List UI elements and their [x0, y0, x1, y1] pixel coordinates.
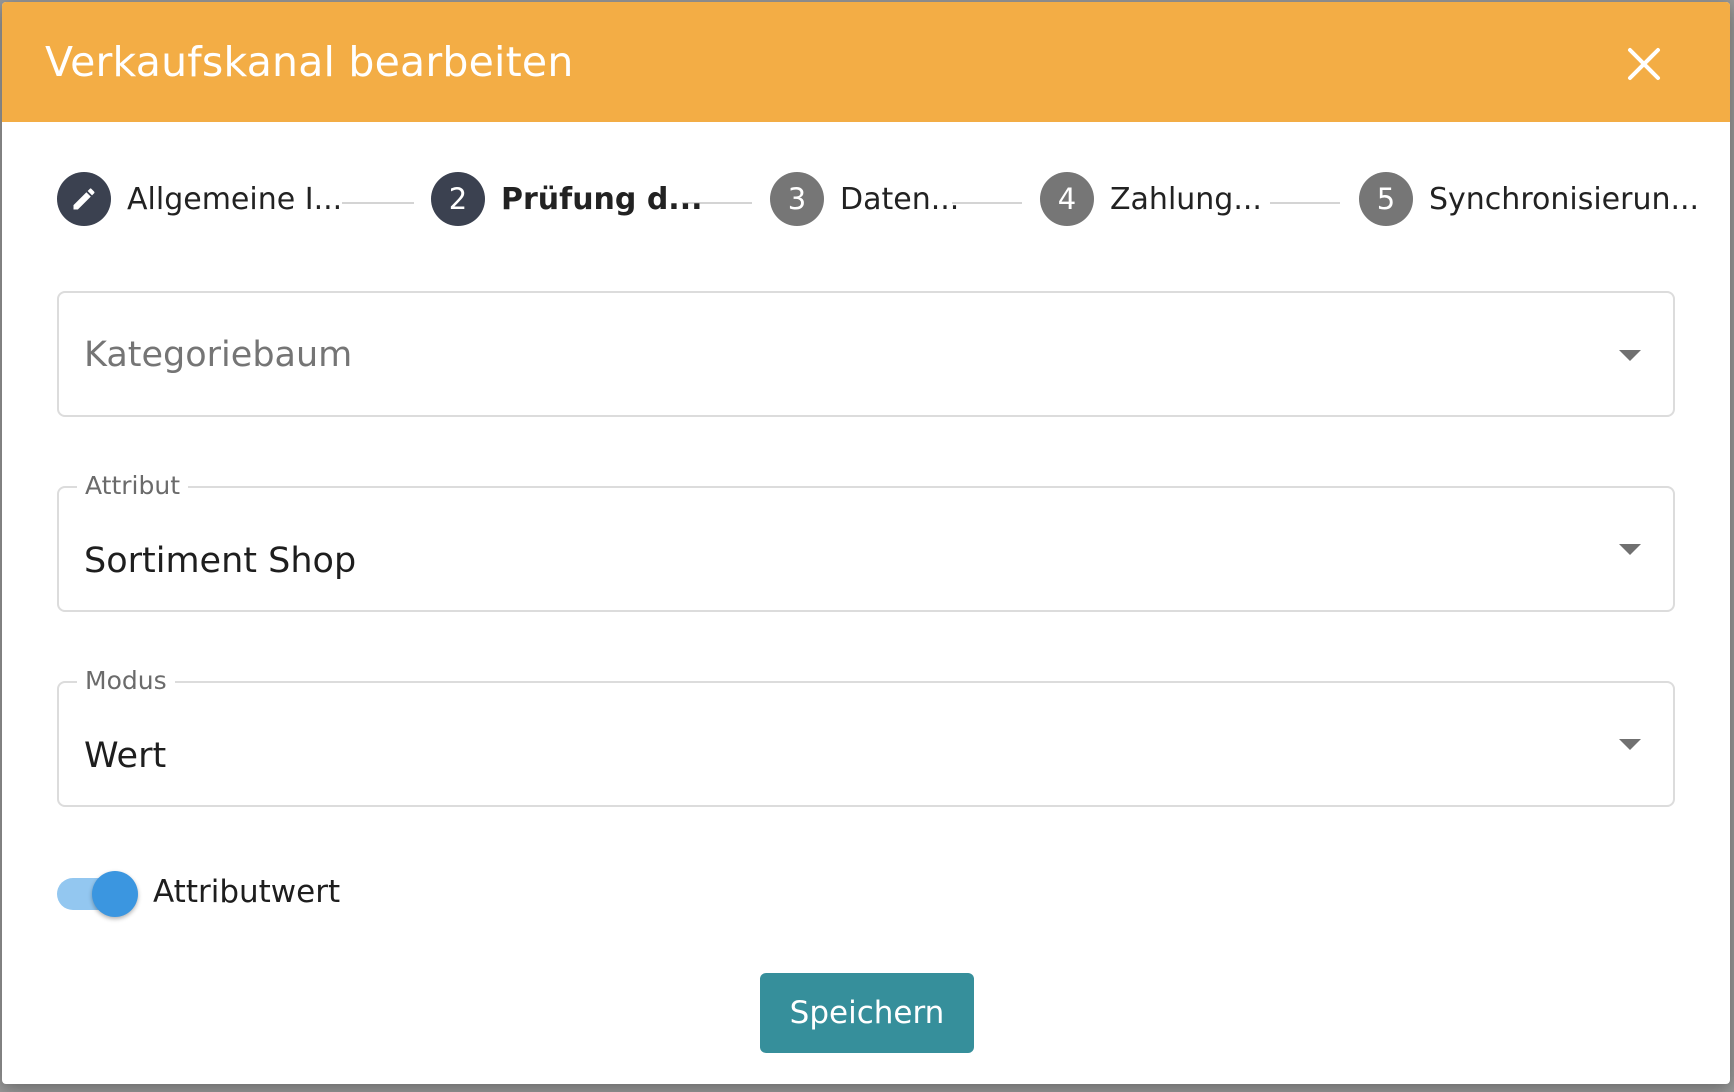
modus-select[interactable]: Modus Wert	[57, 666, 1675, 807]
close-icon	[1628, 48, 1660, 80]
step-pruefung[interactable]: 2 Prüfung d...	[431, 172, 703, 226]
attributwert-label: Attributwert	[153, 874, 341, 910]
dropdown-arrow-icon	[1619, 544, 1641, 555]
step-number: 4	[1040, 172, 1094, 226]
dialog-title: Verkaufskanal bearbeiten	[45, 38, 574, 86]
step-synchronisierung[interactable]: 5 Synchronisierun...	[1359, 172, 1699, 226]
kategoriebaum-placeholder: Kategoriebaum	[84, 335, 353, 375]
step-general-info[interactable]: Allgemeine I...	[57, 172, 342, 226]
modus-value: Wert	[84, 736, 167, 776]
step-connector	[342, 202, 414, 204]
step-label: Prüfung d...	[501, 181, 703, 217]
step-daten[interactable]: 3 Daten...	[770, 172, 959, 226]
dialog-header: Verkaufskanal bearbeiten	[2, 2, 1730, 122]
kategoriebaum-select[interactable]: Kategoriebaum	[57, 291, 1675, 417]
step-label: Zahlung...	[1110, 181, 1262, 217]
stepper: Allgemeine I... 2 Prüfung d... 3 Daten..…	[2, 172, 1730, 232]
attribut-label: Attribut	[77, 471, 189, 500]
edit-sales-channel-dialog: Verkaufskanal bearbeiten Allgemeine I...…	[2, 2, 1730, 1084]
step-label: Allgemeine I...	[127, 181, 343, 217]
step-number: 2	[431, 172, 485, 226]
save-button[interactable]: Speichern	[760, 973, 974, 1053]
modus-label: Modus	[77, 666, 175, 695]
step-number: 3	[770, 172, 824, 226]
step-circle	[57, 172, 111, 226]
step-connector	[952, 202, 1022, 204]
step-label: Synchronisierun...	[1429, 181, 1700, 217]
attribut-value: Sortiment Shop	[84, 541, 357, 581]
step-label: Daten...	[840, 181, 960, 217]
pencil-icon	[73, 188, 95, 210]
attributwert-toggle[interactable]	[57, 870, 139, 918]
step-zahlung[interactable]: 4 Zahlung...	[1040, 172, 1262, 226]
step-connector	[1270, 202, 1340, 204]
attribut-select[interactable]: Attribut Sortiment Shop	[57, 471, 1675, 612]
toggle-knob	[92, 871, 138, 917]
dropdown-arrow-icon	[1619, 739, 1641, 750]
step-number: 5	[1359, 172, 1413, 226]
close-button[interactable]	[1622, 42, 1666, 86]
dropdown-arrow-icon	[1619, 350, 1641, 361]
